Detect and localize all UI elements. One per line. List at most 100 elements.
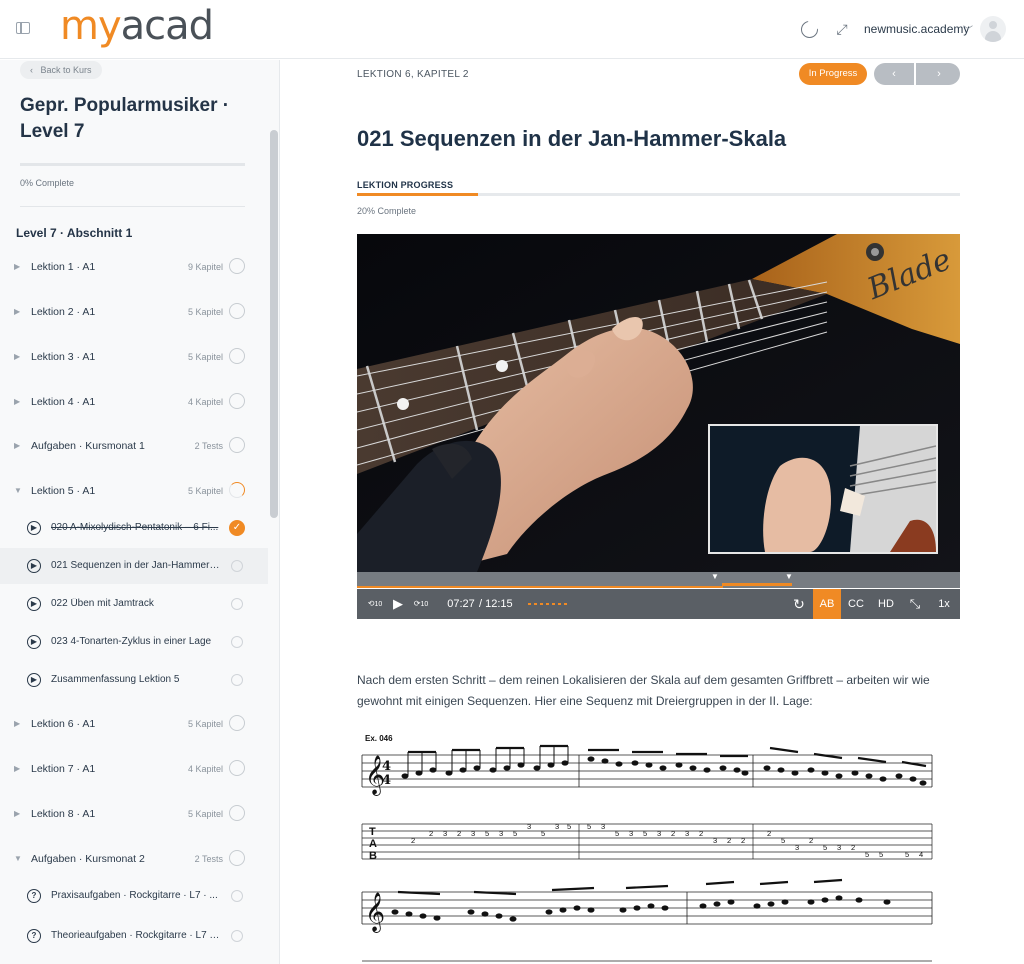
lesson-progress-label: LEKTION PROGRESS [357,180,454,190]
svg-text:3: 3 [713,836,717,845]
sidebar-toggle-icon[interactable] [16,22,30,34]
lesson-item[interactable]: ▶ Lektion 6 · A1 5 Kapitel [0,715,268,735]
svg-text:𝄞: 𝄞 [365,892,385,933]
course-title: Gepr. Popularmusiker · Level 7 [20,95,230,142]
status-circle-icon [229,393,245,409]
caret-right-icon: ▶ [14,764,21,773]
logo[interactable]: myacad [60,3,214,49]
caret-down-icon: ▼ [14,486,22,495]
picture-in-picture [708,424,938,554]
tab-letter-a: A [369,838,377,850]
breadcrumb: LEKTION 6, KAPITEL 2 [357,69,469,80]
caret-right-icon: ▶ [14,441,21,450]
lesson-item[interactable]: ▶ Lektion 4 · A1 4 Kapitel [0,393,268,413]
course-progress-bar [20,163,245,166]
lesson-item[interactable]: ▶ Aufgaben · Kursmonat 1 2 Tests [0,437,268,457]
svg-text:2: 2 [671,829,675,838]
status-badge[interactable]: In Progress [799,63,867,85]
svg-text:3: 3 [795,843,799,852]
lesson-item[interactable]: ▼ Lektion 5 · A1 5 Kapitel [0,482,268,502]
captions-button[interactable]: CC [843,589,869,619]
chapter-item[interactable]: ▶ Zusammenfassung Lektion 5 [0,662,268,698]
dark-mode-icon[interactable] [801,19,819,38]
svg-text:5: 5 [905,850,909,859]
svg-text:3: 3 [601,822,605,831]
lesson-progress-bar [357,193,960,196]
status-circle-icon [231,674,243,686]
video-player[interactable]: Blade [357,234,960,572]
svg-text:2: 2 [411,836,415,845]
test-item[interactable]: ? Theorieaufgaben · Rockgitarre · L7 · .… [0,918,268,954]
rewind-10-icon[interactable]: ⟲10 [365,589,385,619]
svg-text:5: 5 [567,822,571,831]
lesson-progress-fill [357,193,478,196]
svg-text:5: 5 [541,829,545,838]
svg-text:3: 3 [685,829,689,838]
svg-text:2: 2 [429,829,433,838]
hd-button[interactable]: HD [873,589,899,619]
caret-right-icon: ▶ [14,262,21,271]
svg-text:5: 5 [823,843,827,852]
partial-progress-icon [229,482,245,498]
svg-text:3: 3 [527,822,531,831]
lesson-item[interactable]: ▶ Lektion 3 · A1 5 Kapitel [0,348,268,368]
sidebar-scrollbar[interactable] [270,130,278,518]
chevron-down-icon[interactable]: ﹀ [963,22,973,37]
course-sidebar: ‹ Back to Kurs Gepr. Popularmusiker · Le… [0,60,280,964]
ab-loop-button[interactable]: AB [813,589,841,619]
svg-text:5: 5 [865,850,869,859]
loop-icon[interactable]: ↻ [789,589,809,619]
loop-start-marker[interactable]: ▼ [711,572,719,581]
lesson-item[interactable]: ▼ Aufgaben · Kursmonat 2 2 Tests [0,850,268,870]
status-circle-icon [231,636,243,648]
next-button[interactable]: › [918,63,960,85]
svg-text:2: 2 [851,843,855,852]
prev-button[interactable]: ‹ [874,63,916,85]
fullscreen-icon[interactable]: ⤢ [834,21,850,37]
svg-text:5: 5 [513,829,517,838]
check-icon: ✓ [229,520,245,536]
status-circle-icon [229,850,245,866]
lesson-item[interactable]: ▶ Lektion 1 · A1 9 Kapitel [0,258,268,278]
loop-end-marker[interactable]: ▼ [785,572,793,581]
caret-right-icon: ▶ [14,352,21,361]
svg-text:5: 5 [781,836,785,845]
svg-text:2: 2 [767,829,771,838]
avatar[interactable] [980,16,1006,42]
video-timeline[interactable]: ▼ ▼ [357,572,960,588]
lesson-progress-text: 20% Complete [357,206,417,216]
caret-right-icon: ▶ [14,719,21,728]
status-circle-icon [229,805,245,821]
test-item[interactable]: ? Praxisaufgaben · Rockgitarre · L7 · ..… [0,878,268,914]
forward-10-icon[interactable]: ⟳10 [411,589,431,619]
svg-text:3: 3 [555,822,559,831]
play-icon: ▶ [27,521,41,535]
chapter-item[interactable]: ▶ 021 Sequenzen in der Jan-Hammer-... [0,548,268,584]
course-progress-text: 0% Complete [20,178,75,188]
chapter-item[interactable]: ▶ 020 A-Mixolydisch-Pentatonik – 6 Fi...… [0,510,268,546]
current-time: 07:27 [447,598,475,610]
back-to-course-button[interactable]: ‹ Back to Kurs [20,61,102,79]
svg-text:5: 5 [587,822,591,831]
caret-right-icon: ▶ [14,397,21,406]
tab-letter-b: B [369,850,377,862]
svg-text:2: 2 [727,836,731,845]
site-name[interactable]: newmusic.academy [864,22,969,36]
lesson-nav: ‹ › [874,63,960,85]
lesson-item[interactable]: ▶ Lektion 2 · A1 5 Kapitel [0,303,268,323]
chapter-item[interactable]: ▶ 023 4-Tonarten-Zyklus in einer Lage [0,624,268,660]
lesson-item[interactable]: ▶ Lektion 7 · A1 4 Kapitel [0,760,268,780]
caret-down-icon: ▼ [14,854,22,863]
play-icon[interactable]: ▶ [390,589,406,619]
lesson-item[interactable]: ▶ Lektion 8 · A1 5 Kapitel [0,805,268,825]
svg-text:3: 3 [471,829,475,838]
status-circle-icon [229,258,245,274]
chapter-item[interactable]: ▶ 022 Üben mit Jamtrack [0,586,268,622]
svg-text:2: 2 [457,829,461,838]
example-label: Ex. 046 [365,734,393,743]
notation-image: Ex. 046 𝄞 4 4 T A B 22 3 2 3 5 3 5 353 5… [361,734,933,962]
fullscreen-toggle-icon[interactable]: ⤡ [905,589,925,619]
speed-button[interactable]: 1x [933,589,955,619]
status-circle-icon [231,560,243,572]
ab-loop-range [722,583,792,586]
